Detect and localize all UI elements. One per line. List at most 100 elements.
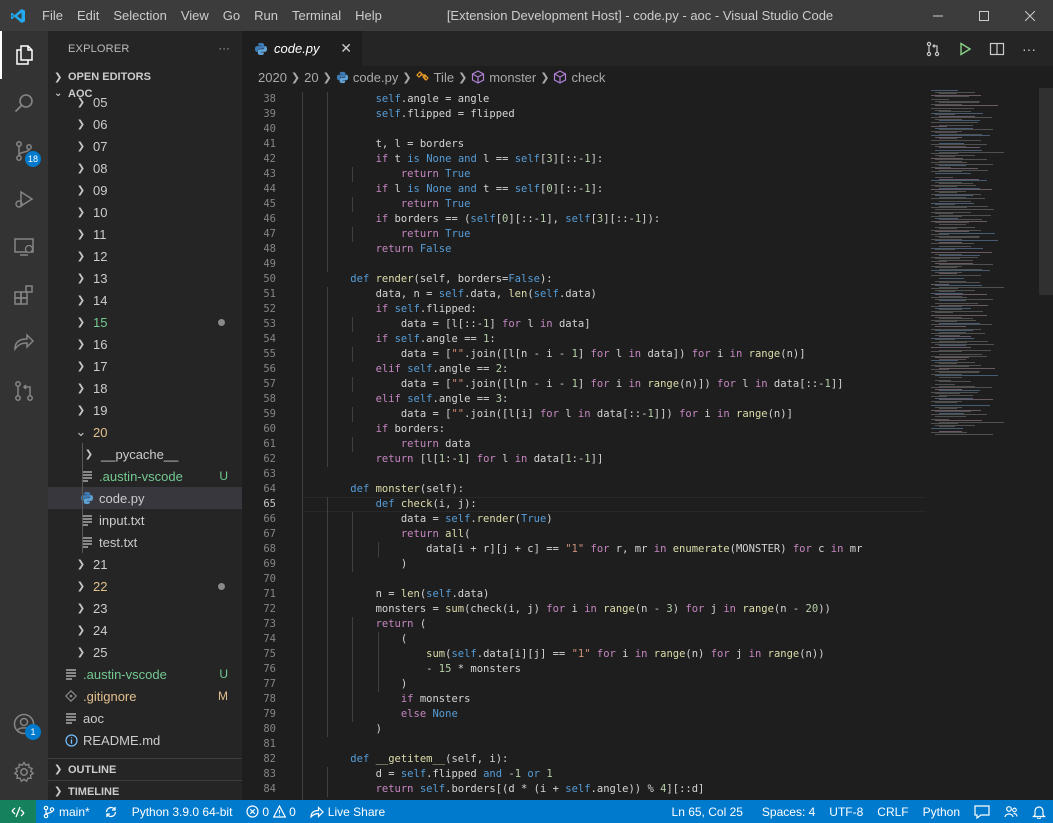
code-line[interactable]: if borders == (self[0][::-1], self[3][::… — [325, 212, 925, 227]
code-line[interactable]: self.flipped = flipped — [325, 107, 925, 122]
menu-edit[interactable]: Edit — [70, 8, 106, 23]
timeline-section[interactable]: ❯ TIMELINE — [48, 780, 242, 800]
encoding-status[interactable]: UTF-8 — [822, 800, 870, 823]
code-line[interactable]: data[i + r][j + c] == "1" for r, mr in e… — [325, 542, 925, 557]
pull-requests-icon[interactable] — [0, 367, 48, 415]
tree-folder[interactable]: ❯ 25 — [48, 641, 242, 663]
code-line[interactable]: def monster(self): — [325, 482, 925, 497]
code-line[interactable]: elif self.angle == 2: — [325, 362, 925, 377]
code-line[interactable]: ) — [325, 722, 925, 737]
code-line[interactable]: if self.angle == 1: — [325, 332, 925, 347]
tree-folder[interactable]: ❯ 09 — [48, 179, 242, 201]
breadcrumb-item[interactable]: code.py — [353, 70, 399, 85]
code-content[interactable]: self.angle = angle self.flipped = flippe… — [325, 92, 925, 797]
source-control-icon[interactable]: 18 — [0, 127, 48, 175]
tree-folder[interactable]: ❯ __pycache__ — [48, 443, 242, 465]
sync-icon[interactable] — [97, 800, 125, 823]
code-line[interactable]: ) — [325, 677, 925, 692]
tree-folder[interactable]: ❯ 14 — [48, 289, 242, 311]
remote-explorer-icon[interactable] — [0, 223, 48, 271]
python-interpreter[interactable]: Python 3.9.0 64-bit — [125, 800, 240, 823]
tree-file[interactable]: README.md — [48, 729, 242, 751]
code-line[interactable]: ( — [325, 632, 925, 647]
code-line[interactable]: data = self.render(True) — [325, 512, 925, 527]
code-line[interactable]: n = len(self.data) — [325, 587, 925, 602]
code-line[interactable]: return False — [325, 242, 925, 257]
menu-go[interactable]: Go — [216, 8, 247, 23]
breadcrumb-item[interactable]: Tile — [434, 70, 454, 85]
scrollbar-thumb[interactable] — [1039, 88, 1053, 295]
code-line[interactable]: monsters = sum(check(i, j) for i in rang… — [325, 602, 925, 617]
split-editor-icon[interactable] — [981, 41, 1013, 57]
tree-folder[interactable]: ❯ 07 — [48, 135, 242, 157]
menu-view[interactable]: View — [174, 8, 216, 23]
tree-folder[interactable]: ❯ 12 — [48, 245, 242, 267]
menu-help[interactable]: Help — [348, 8, 389, 23]
breadcrumb-item[interactable]: 20 — [304, 70, 318, 85]
outline-section[interactable]: ❯ OUTLINE — [48, 758, 242, 780]
menu-file[interactable]: File — [35, 8, 70, 23]
code-line[interactable]: return True — [325, 167, 925, 182]
tree-folder[interactable]: ❯ 17 — [48, 355, 242, 377]
tree-folder[interactable]: ❯ 21 — [48, 553, 242, 575]
indentation-status[interactable]: Spaces: 4 — [755, 800, 822, 823]
code-line[interactable]: self.angle = angle — [325, 92, 925, 107]
more-icon[interactable]: ··· — [1013, 41, 1045, 57]
code-line[interactable]: data, n = self.data, len(self.data) — [325, 287, 925, 302]
code-line[interactable] — [325, 572, 925, 587]
tree-folder[interactable]: ❯ 05 — [48, 91, 242, 113]
code-line[interactable]: data = [l[::-1] for l in data] — [325, 317, 925, 332]
problems-status[interactable]: 0 0 — [239, 800, 302, 823]
tree-folder[interactable]: ❯ 23 — [48, 597, 242, 619]
code-line[interactable]: return data — [325, 437, 925, 452]
code-line[interactable] — [325, 737, 925, 752]
code-line[interactable]: def __getitem__(self, i): — [325, 752, 925, 767]
tree-file[interactable]: .gitignore M — [48, 685, 242, 707]
tree-folder[interactable]: ❯ 22 — [48, 575, 242, 597]
tree-folder[interactable]: ❯ 06 — [48, 113, 242, 135]
vertical-scrollbar[interactable] — [1039, 88, 1053, 800]
accounts-icon[interactable]: 1 — [0, 700, 48, 748]
breadcrumb-item[interactable]: 2020 — [258, 70, 287, 85]
code-line[interactable]: if borders: — [325, 422, 925, 437]
tree-folder[interactable]: ❯ 11 — [48, 223, 242, 245]
search-icon[interactable] — [0, 79, 48, 127]
code-line[interactable]: data = ["".join([l[n - i - 1] for l in d… — [325, 347, 925, 362]
tab-code-py[interactable]: code.py ✕ — [242, 31, 362, 66]
code-line[interactable] — [325, 257, 925, 272]
close-window-icon[interactable] — [1007, 0, 1053, 31]
code-line[interactable]: if l is None and t == self[0][::-1]: — [325, 182, 925, 197]
explorer-icon[interactable] — [0, 31, 48, 79]
code-line[interactable] — [325, 467, 925, 482]
menu-selection[interactable]: Selection — [106, 8, 173, 23]
tree-folder[interactable]: ❯ 15 — [48, 311, 242, 333]
code-line[interactable]: return True — [325, 197, 925, 212]
code-line[interactable]: def render(self, borders=False): — [325, 272, 925, 287]
branch-status[interactable]: main* — [36, 800, 97, 823]
more-actions-icon[interactable]: ··· — [218, 43, 230, 55]
minimize-icon[interactable] — [915, 0, 961, 31]
language-mode[interactable]: Python — [916, 800, 967, 823]
code-line[interactable]: d = self.flipped and -1 or 1 — [325, 767, 925, 782]
accounts-status-icon[interactable] — [997, 800, 1025, 823]
code-line[interactable]: return self.borders[(d * (i + self.angle… — [325, 782, 925, 797]
notifications-icon[interactable] — [1025, 800, 1053, 823]
code-line[interactable]: else None — [325, 707, 925, 722]
open-editors-section[interactable]: ❯ OPEN EDITORS — [48, 66, 242, 88]
code-line[interactable]: if monsters — [325, 692, 925, 707]
tree-file[interactable]: .austin-vscode U — [48, 663, 242, 685]
menu-run[interactable]: Run — [247, 8, 285, 23]
breadcrumb-item[interactable]: monster — [489, 70, 536, 85]
eol-status[interactable]: CRLF — [870, 800, 915, 823]
code-line[interactable]: t, l = borders — [325, 137, 925, 152]
live-share-icon[interactable] — [0, 319, 48, 367]
tree-folder[interactable]: ❯ 18 — [48, 377, 242, 399]
tree-file[interactable]: aoc — [48, 707, 242, 729]
tree-folder[interactable]: ❯ 13 — [48, 267, 242, 289]
code-line[interactable]: return True — [325, 227, 925, 242]
code-line[interactable]: data = ["".join([l[n - i - 1] for i in r… — [325, 377, 925, 392]
feedback-icon[interactable] — [967, 800, 997, 823]
tree-folder[interactable]: ❯ 10 — [48, 201, 242, 223]
gear-icon[interactable] — [0, 748, 48, 796]
code-line[interactable]: sum(self.data[i][j] == "1" for i in rang… — [325, 647, 925, 662]
